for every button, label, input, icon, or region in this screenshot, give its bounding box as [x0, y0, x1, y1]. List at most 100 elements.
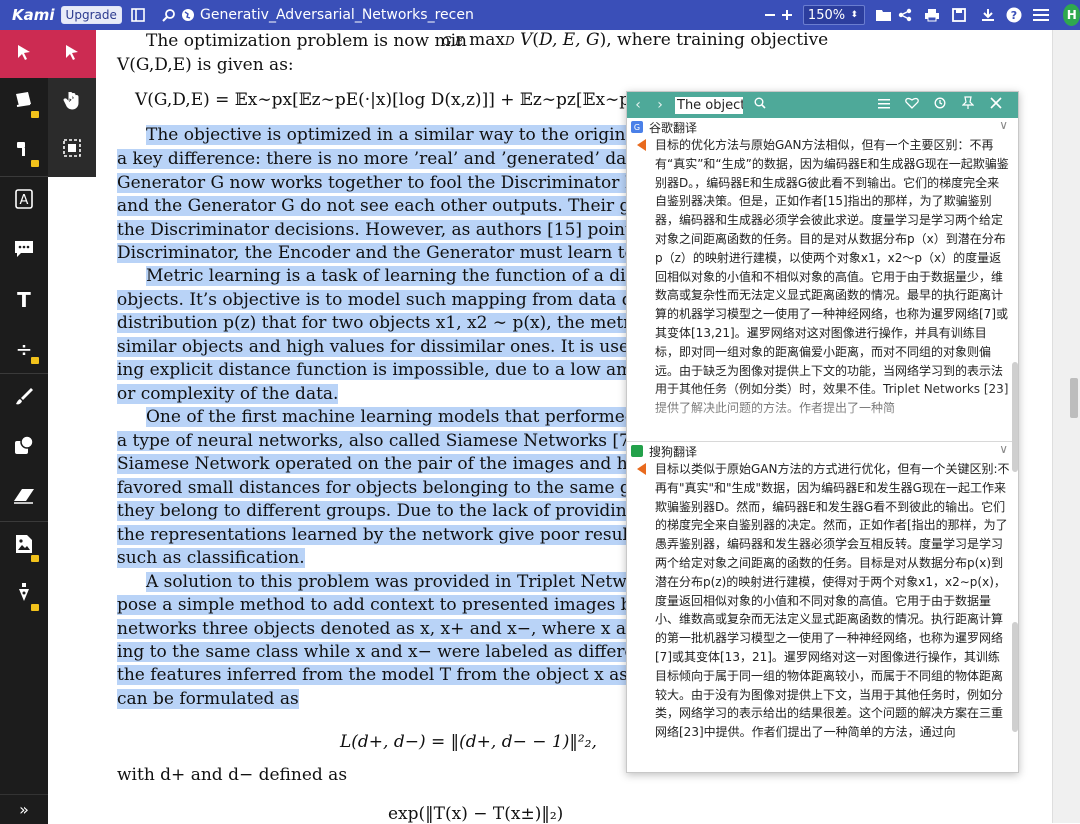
select-tool-options — [48, 30, 96, 177]
search-icon[interactable] — [161, 4, 178, 26]
google-translate-label: 谷歌翻译 — [649, 120, 698, 135]
comment-tool[interactable] — [0, 226, 48, 275]
doc-line: and the Generator G do not see each othe… — [117, 196, 676, 216]
marquee-select-icon — [62, 138, 82, 163]
doc-line: the Discriminator decisions. However, as… — [117, 220, 694, 240]
doc-line: objects. It’s objective is to model such… — [117, 290, 662, 310]
shapes-tool[interactable] — [0, 423, 48, 472]
translation-popup[interactable]: ‹ › The object G 谷歌翻译 ∨ 目标的优化方法与原始GAN方法相… — [626, 91, 1019, 773]
doc-line: V(G,D,E) is given as: — [117, 55, 294, 75]
chevron-down-icon[interactable]: ∨ — [999, 118, 1008, 132]
doc-line: ing to the same class while x and x− wer… — [117, 642, 673, 662]
eraser-icon — [13, 485, 35, 509]
open-folder-icon[interactable] — [875, 4, 893, 26]
area-select-option[interactable] — [48, 126, 96, 174]
favorite-heart-icon[interactable] — [901, 97, 923, 113]
sogou-translate-header[interactable]: 搜狗翻译 ∨ — [627, 442, 1018, 460]
lock-icon — [31, 111, 39, 118]
doc-line: the representations learned by the netwo… — [117, 525, 690, 545]
doc-line: Discriminator, the Encoder and the Gener… — [117, 243, 692, 263]
doc-line: One of the first machine learning models… — [146, 407, 673, 427]
signature-tool[interactable] — [0, 571, 48, 620]
voice-tool[interactable] — [0, 127, 48, 176]
lock-icon — [31, 160, 39, 167]
pen-nib-icon — [16, 582, 32, 609]
help-icon[interactable]: ? — [1006, 4, 1023, 26]
document-scrollbar[interactable] — [1052, 30, 1080, 823]
popup-header: ‹ › The object — [627, 92, 1018, 118]
print-icon[interactable] — [924, 4, 941, 26]
close-icon[interactable] — [985, 97, 1007, 113]
svg-text:A: A — [20, 193, 29, 208]
hand-icon — [63, 90, 81, 115]
text-highlight-tool[interactable]: A — [0, 177, 48, 226]
equation-3: exp(‖T(x) − T(x±)‖₂) — [388, 804, 564, 823]
sidebar-toggle-icon[interactable] — [130, 4, 147, 26]
comment-bubble-icon — [14, 239, 34, 263]
doc-line: ing explicit distance function is imposs… — [117, 360, 672, 380]
zoom-in-icon[interactable] — [778, 4, 795, 26]
zoom-select[interactable]: 150% ⬍ — [802, 5, 866, 25]
history-icon[interactable] — [929, 97, 951, 113]
eq-continuation-text: , where training objective — [606, 30, 829, 50]
select-pointer-option[interactable] — [48, 30, 96, 78]
fade-overlay — [627, 386, 1018, 436]
google-translate-header[interactable]: G 谷歌翻译 ∨ — [627, 118, 1018, 136]
doc-line: A solution to this problem was provided … — [146, 572, 677, 592]
lock-icon — [31, 357, 39, 364]
doc-line: The optimization problem is now min — [146, 31, 467, 51]
chevron-down-icon[interactable]: ∨ — [999, 442, 1008, 456]
popup-scrollbar-thumb[interactable] — [1012, 622, 1018, 732]
doc-line: favored small distances for objects belo… — [117, 478, 698, 498]
cursor-arrow-icon — [63, 42, 81, 66]
menu-icon[interactable] — [1033, 4, 1050, 26]
document-filename[interactable]: Generativ_Adversarial_Networks_recent_de… — [200, 7, 473, 23]
pan-hand-option[interactable] — [48, 78, 96, 126]
equation-tool[interactable]: ÷ — [0, 324, 48, 373]
zoom-value: 150% — [807, 7, 846, 23]
doc-line: Siamese Network operated on the pair of … — [117, 454, 661, 474]
sogou-translate-icon — [631, 445, 643, 457]
speaker-icon[interactable] — [637, 463, 646, 475]
popup-query-field[interactable]: The object — [675, 96, 743, 114]
forward-chevron-icon[interactable]: › — [649, 97, 671, 113]
doc-line: or complexity of the data. — [117, 384, 339, 404]
google-translation-content: 目标的优化方法与原始GAN方法相似，但有一个主要区别：不再有“真实”和“生成”的… — [655, 138, 1009, 415]
select-tool[interactable] — [0, 30, 48, 78]
text-tool[interactable]: T — [0, 275, 48, 324]
zoom-out-icon[interactable] — [761, 4, 778, 26]
google-translation-text: 目标的优化方法与原始GAN方法相似，但有一个主要区别：不再有“真实”和“生成”的… — [627, 136, 1018, 436]
save-icon[interactable] — [951, 4, 968, 26]
doc-line: they belong to different groups. Due to … — [117, 501, 686, 521]
doc-line: a key difference: there is no more ’real… — [117, 149, 665, 169]
share-icon[interactable] — [897, 4, 914, 26]
back-chevron-icon[interactable]: ‹ — [627, 97, 649, 113]
drawing-tool[interactable] — [0, 374, 48, 423]
popup-scrollbar-thumb[interactable] — [1012, 362, 1018, 472]
doc-line: pose a simple method to add context to p… — [117, 595, 691, 615]
sogou-translation-text: 目标以类似于原始GAN方法的方式进行优化，但有一个关键区别:不再有"真实"和"生… — [627, 460, 1018, 760]
add-image-tool[interactable] — [0, 522, 48, 571]
user-avatar[interactable]: H — [1063, 4, 1080, 26]
eraser-tool[interactable] — [0, 472, 48, 521]
search-icon[interactable] — [749, 97, 771, 113]
upgrade-button[interactable]: Upgrade — [60, 6, 122, 24]
speaker-icon[interactable] — [637, 139, 646, 151]
doc-line: the features inferred from the model T f… — [117, 665, 673, 685]
lock-icon — [31, 555, 39, 562]
double-chevron-right-icon: » — [19, 800, 29, 819]
doc-line: similar objects and high values for diss… — [117, 337, 682, 357]
expand-toolbar-button[interactable]: » — [0, 794, 48, 824]
sogou-translation-content: 目标以类似于原始GAN方法的方式进行优化，但有一个关键区别:不再有"真实"和"生… — [655, 462, 1010, 740]
doc-line: can be formulated as — [117, 689, 299, 709]
doc-line: distribution p(z) that for two objects x… — [117, 313, 677, 333]
sogou-translate-label: 搜狗翻译 — [649, 444, 698, 459]
doc-line: The objective is optimized in a similar … — [146, 125, 673, 145]
download-icon[interactable] — [979, 4, 996, 26]
kami-logo: Kami — [12, 6, 55, 24]
dictionary-tool[interactable] — [0, 78, 48, 127]
doc-line: with d+ and d− defined as — [117, 765, 348, 785]
scrollbar-thumb[interactable] — [1070, 378, 1078, 418]
pin-icon[interactable] — [957, 96, 979, 114]
menu-icon[interactable] — [873, 97, 895, 113]
